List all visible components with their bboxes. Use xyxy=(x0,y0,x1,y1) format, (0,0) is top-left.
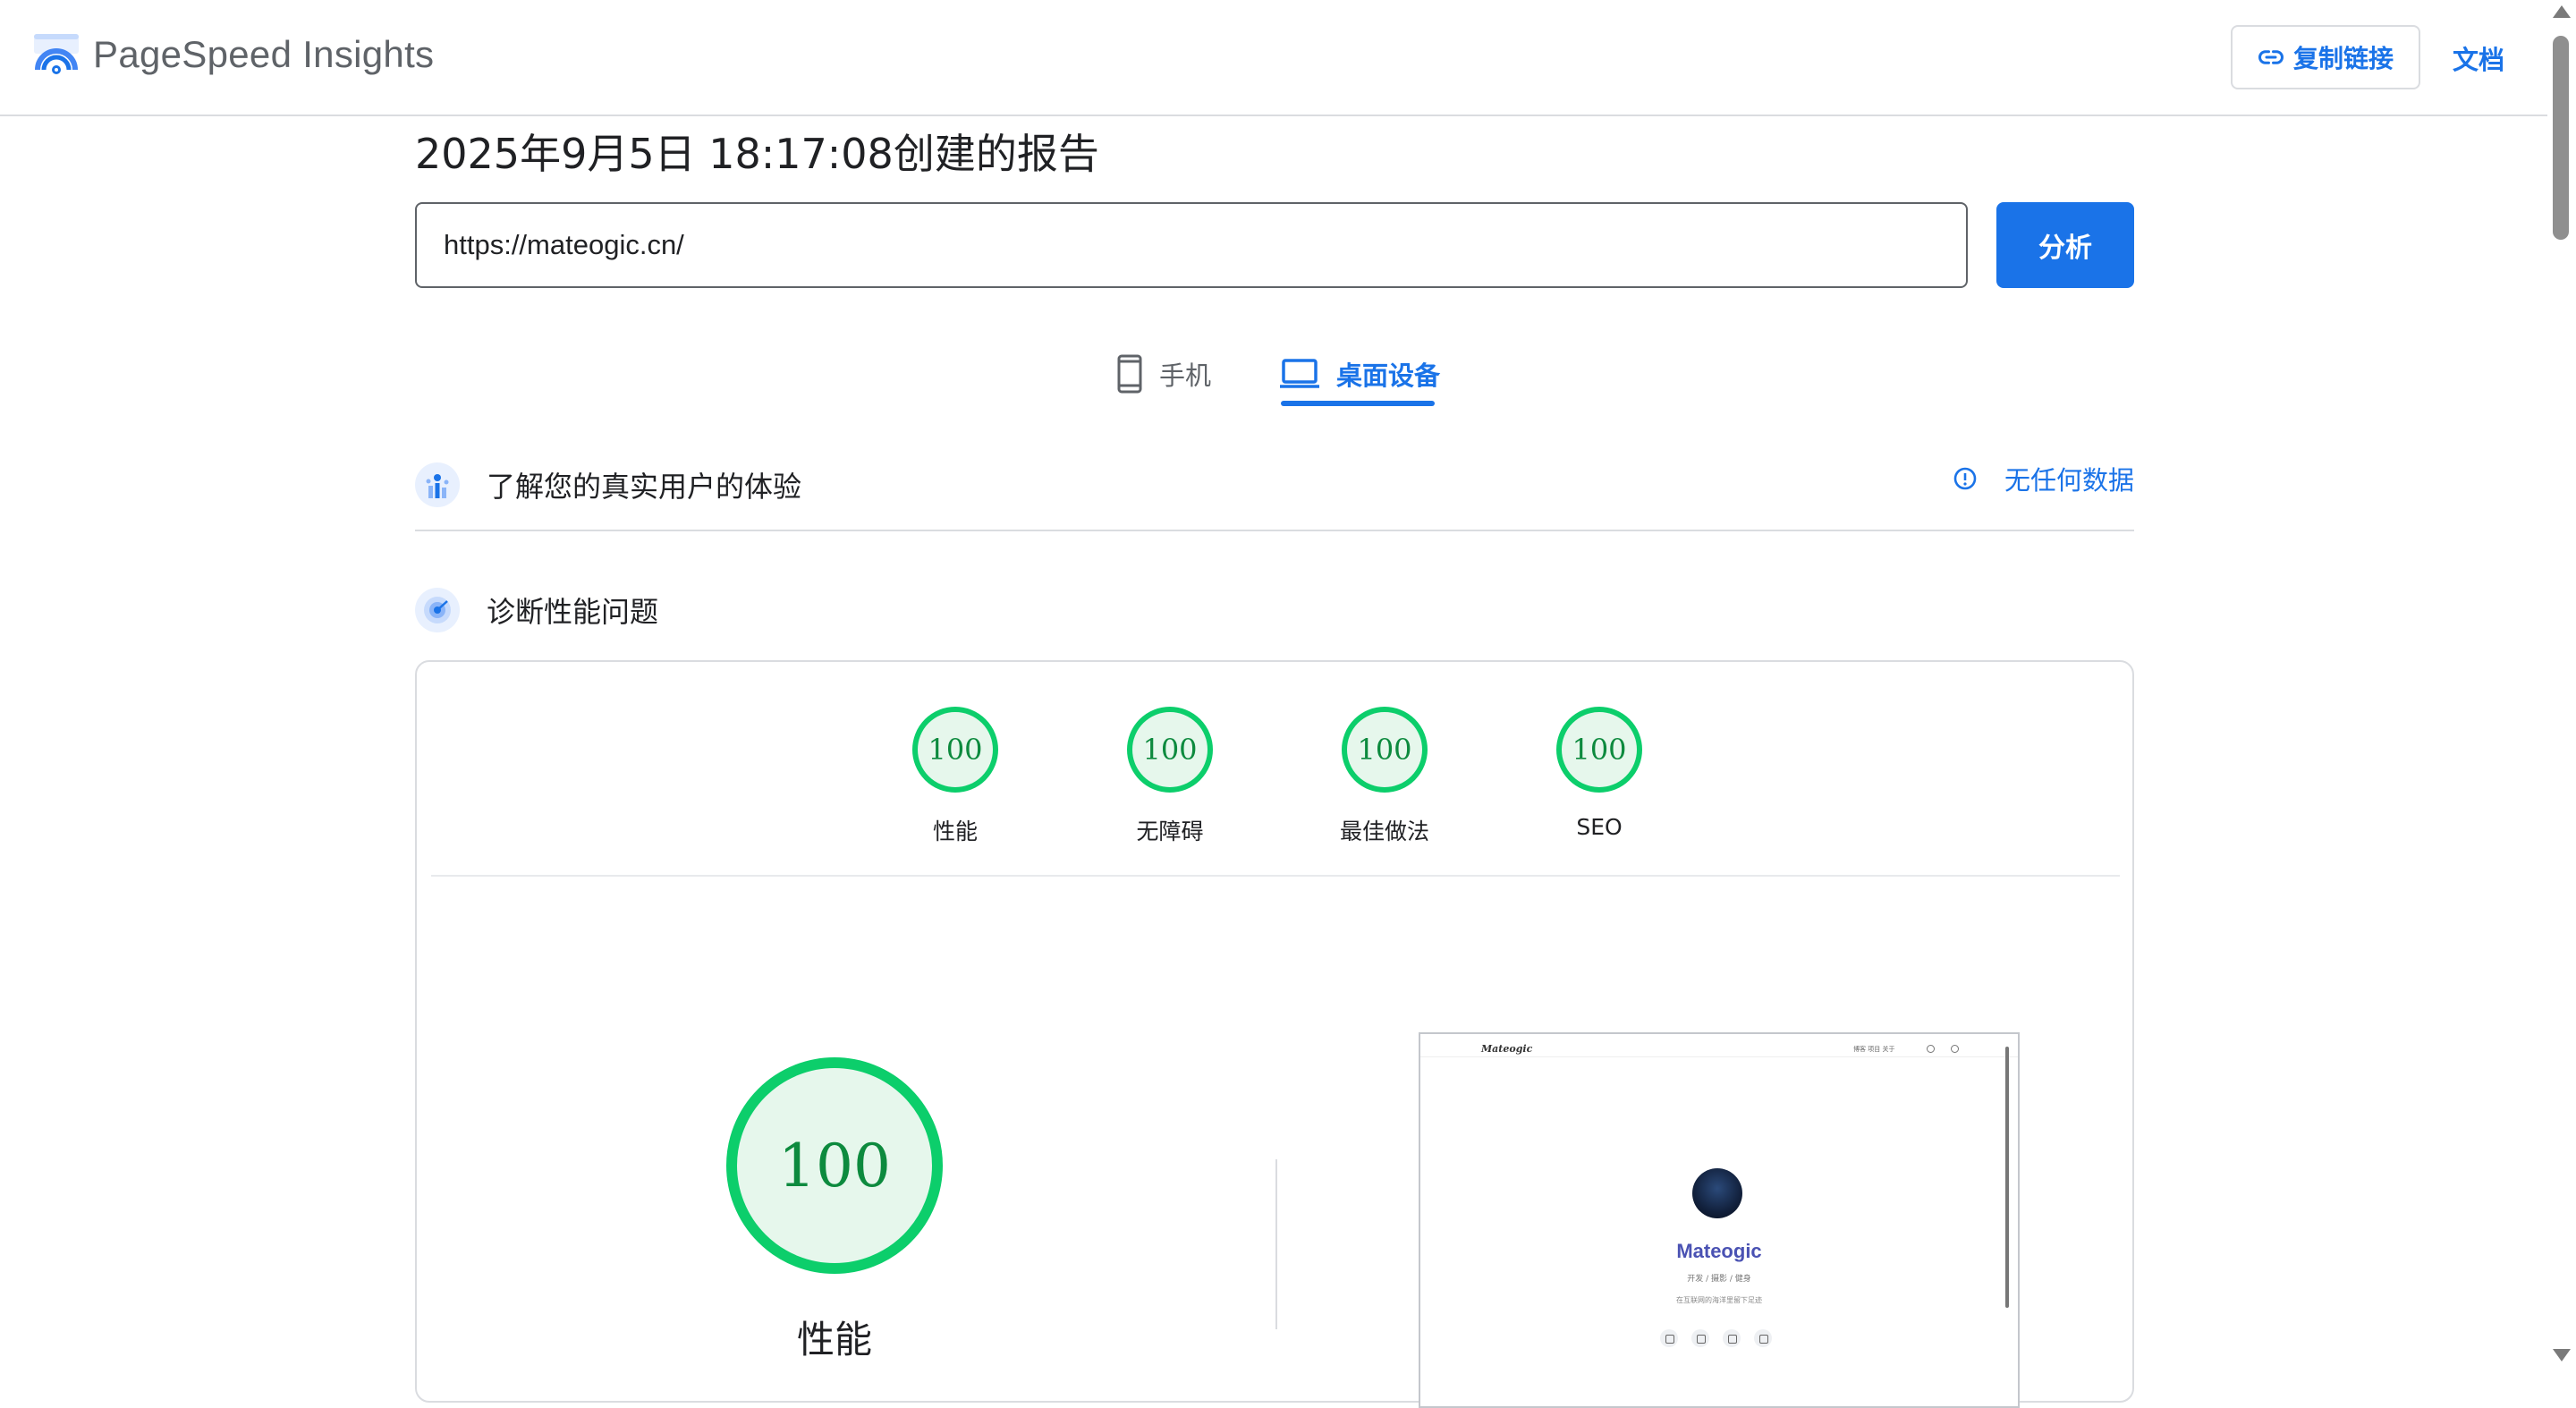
github-social-icon xyxy=(1691,1329,1709,1347)
card-divider xyxy=(431,875,2120,877)
best-practices-score-label: 最佳做法 xyxy=(1339,819,1429,844)
active-tab-indicator xyxy=(1281,401,1435,406)
link-icon xyxy=(2258,50,2284,64)
docs-link[interactable]: 文档 xyxy=(2453,39,2504,77)
smartphone-icon xyxy=(1117,354,1142,394)
thumbnail-nav-icons xyxy=(1927,1045,1975,1053)
app-title: PageSpeed Insights xyxy=(93,33,435,75)
scroll-up-arrow-icon[interactable] xyxy=(2553,5,2571,18)
performance-score-label: 性能 xyxy=(932,819,978,844)
tab-mobile-label: 手机 xyxy=(1159,360,1212,391)
best-practices-score-gauge[interactable]: 100 xyxy=(1342,707,1428,793)
url-input[interactable] xyxy=(415,202,1968,288)
top-app-bar: PageSpeed Insights 复制链接 文档 xyxy=(0,0,2547,116)
field-data-section: 了解您的真实用户的体验 无任何数据 xyxy=(415,440,2134,531)
accessibility-score-gauge[interactable]: 100 xyxy=(1127,707,1213,793)
diagnostics-title: 诊断性能问题 xyxy=(487,595,659,629)
copy-link-label: 复制链接 xyxy=(2292,44,2394,73)
scroll-down-arrow-icon[interactable] xyxy=(2553,1349,2571,1361)
book-icon xyxy=(1723,1329,1741,1347)
performance-score-gauge[interactable]: 100 xyxy=(912,707,998,793)
info-icon xyxy=(1953,467,1977,490)
accessibility-score-label: 无障碍 xyxy=(1136,819,1204,844)
lab-target-icon xyxy=(415,588,460,632)
seo-score-gauge[interactable]: 100 xyxy=(1556,707,1642,793)
scroll-thumb[interactable] xyxy=(2553,36,2569,240)
thumbnail-social-icons xyxy=(1660,1329,1785,1347)
brand[interactable]: PageSpeed Insights xyxy=(32,30,434,79)
no-data-status[interactable]: 无任何数据 xyxy=(1953,460,2134,497)
seo-score-label: SEO xyxy=(1576,814,1623,840)
tab-mobile[interactable]: 手机 xyxy=(1116,338,1211,410)
page-scrollbar[interactable] xyxy=(2547,0,2576,1369)
diagnostics-section: 诊断性能问题 xyxy=(415,574,2134,646)
vertical-divider xyxy=(1275,1159,1277,1329)
page-screenshot-thumbnail: Mateogic 博客 项目 关于 Mateogic 开发 / 摄影 / 健身 … xyxy=(1419,1032,2020,1408)
rss-icon xyxy=(1754,1329,1772,1347)
analyze-button[interactable]: 分析 xyxy=(1996,202,2134,288)
thumbnail-scrollbar xyxy=(2005,1047,2009,1308)
tab-desktop[interactable]: 桌面设备 xyxy=(1279,338,1440,410)
performance-main-gauge: 100 xyxy=(726,1057,943,1274)
no-data-label: 无任何数据 xyxy=(2004,465,2134,496)
mail-icon xyxy=(1660,1329,1678,1347)
users-chart-icon xyxy=(415,462,460,507)
thumbnail-navbar: Mateogic 博客 项目 关于 xyxy=(1420,1034,2018,1057)
performance-main-label: 性能 xyxy=(796,1318,872,1361)
thumbnail-description: 在互联网的海洋里留下足迹 xyxy=(1676,1296,1762,1304)
github-icon xyxy=(1951,1045,1959,1053)
thumbnail-tags: 开发 / 摄影 / 健身 xyxy=(1687,1275,1751,1284)
report-title: 2025年9月5日 18:17:08创建的报告 xyxy=(415,130,1099,178)
avatar xyxy=(1692,1168,1742,1218)
thumbnail-logo: Mateogic xyxy=(1481,1043,1533,1055)
tab-desktop-label: 桌面设备 xyxy=(1336,360,1441,391)
thumbnail-nav-links: 博客 项目 关于 xyxy=(1853,1046,1895,1053)
thumbnail-site-name: Mateogic xyxy=(1676,1240,1762,1262)
pagespeed-logo-icon xyxy=(34,34,79,74)
scores-card: 100 性能 100 无障碍 100 最佳做法 100 SEO 100 性能 M… xyxy=(415,660,2134,1408)
theme-toggle-icon xyxy=(1927,1045,1935,1053)
field-data-title: 了解您的真实用户的体验 xyxy=(487,470,802,504)
copy-link-button[interactable]: 复制链接 xyxy=(2231,25,2420,89)
laptop-icon xyxy=(1280,359,1319,388)
